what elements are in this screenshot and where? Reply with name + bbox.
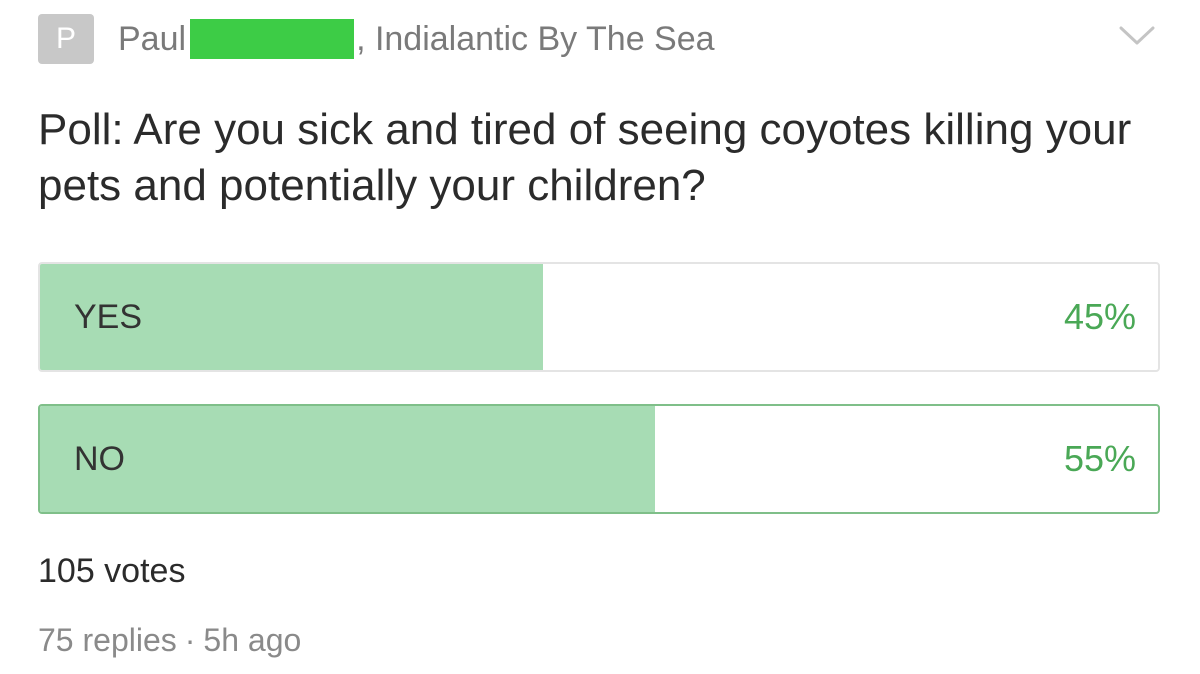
chevron-down-icon[interactable] [1118,24,1156,48]
post-meta: 75 replies · 5h ago [38,622,301,659]
poll-question: Poll: Are you sick and tired of seeing c… [38,105,1132,210]
vote-count: 105 votes [38,552,186,590]
poll-option-yes-percent: 45% [1063,296,1136,337]
poll-option-no[interactable]: NO 55% [38,404,1160,514]
post-time: 5h ago [203,622,302,658]
author-neighborhood: , Indialantic By The Sea [356,19,715,58]
poll-option-no-percent: 55% [1063,438,1136,479]
meta-separator: · [184,622,196,658]
poll-post: P Paul , Indialantic By The Sea Poll: Ar… [0,0,1200,674]
poll-option-no-label: NO [74,439,125,478]
avatar[interactable]: P [38,14,94,64]
post-header: P Paul , Indialantic By The Sea [38,14,715,64]
replies-link[interactable]: 75 replies [38,622,177,658]
redaction-block [190,19,355,59]
avatar-letter: P [55,22,76,55]
author-line[interactable]: Paul , Indialantic By The Sea [118,19,715,59]
author-name[interactable]: Paul [118,20,186,59]
poll-option-no-fill [40,406,655,512]
poll-option-yes-label: YES [74,297,143,336]
poll-option-yes[interactable]: YES 45% [38,262,1160,372]
